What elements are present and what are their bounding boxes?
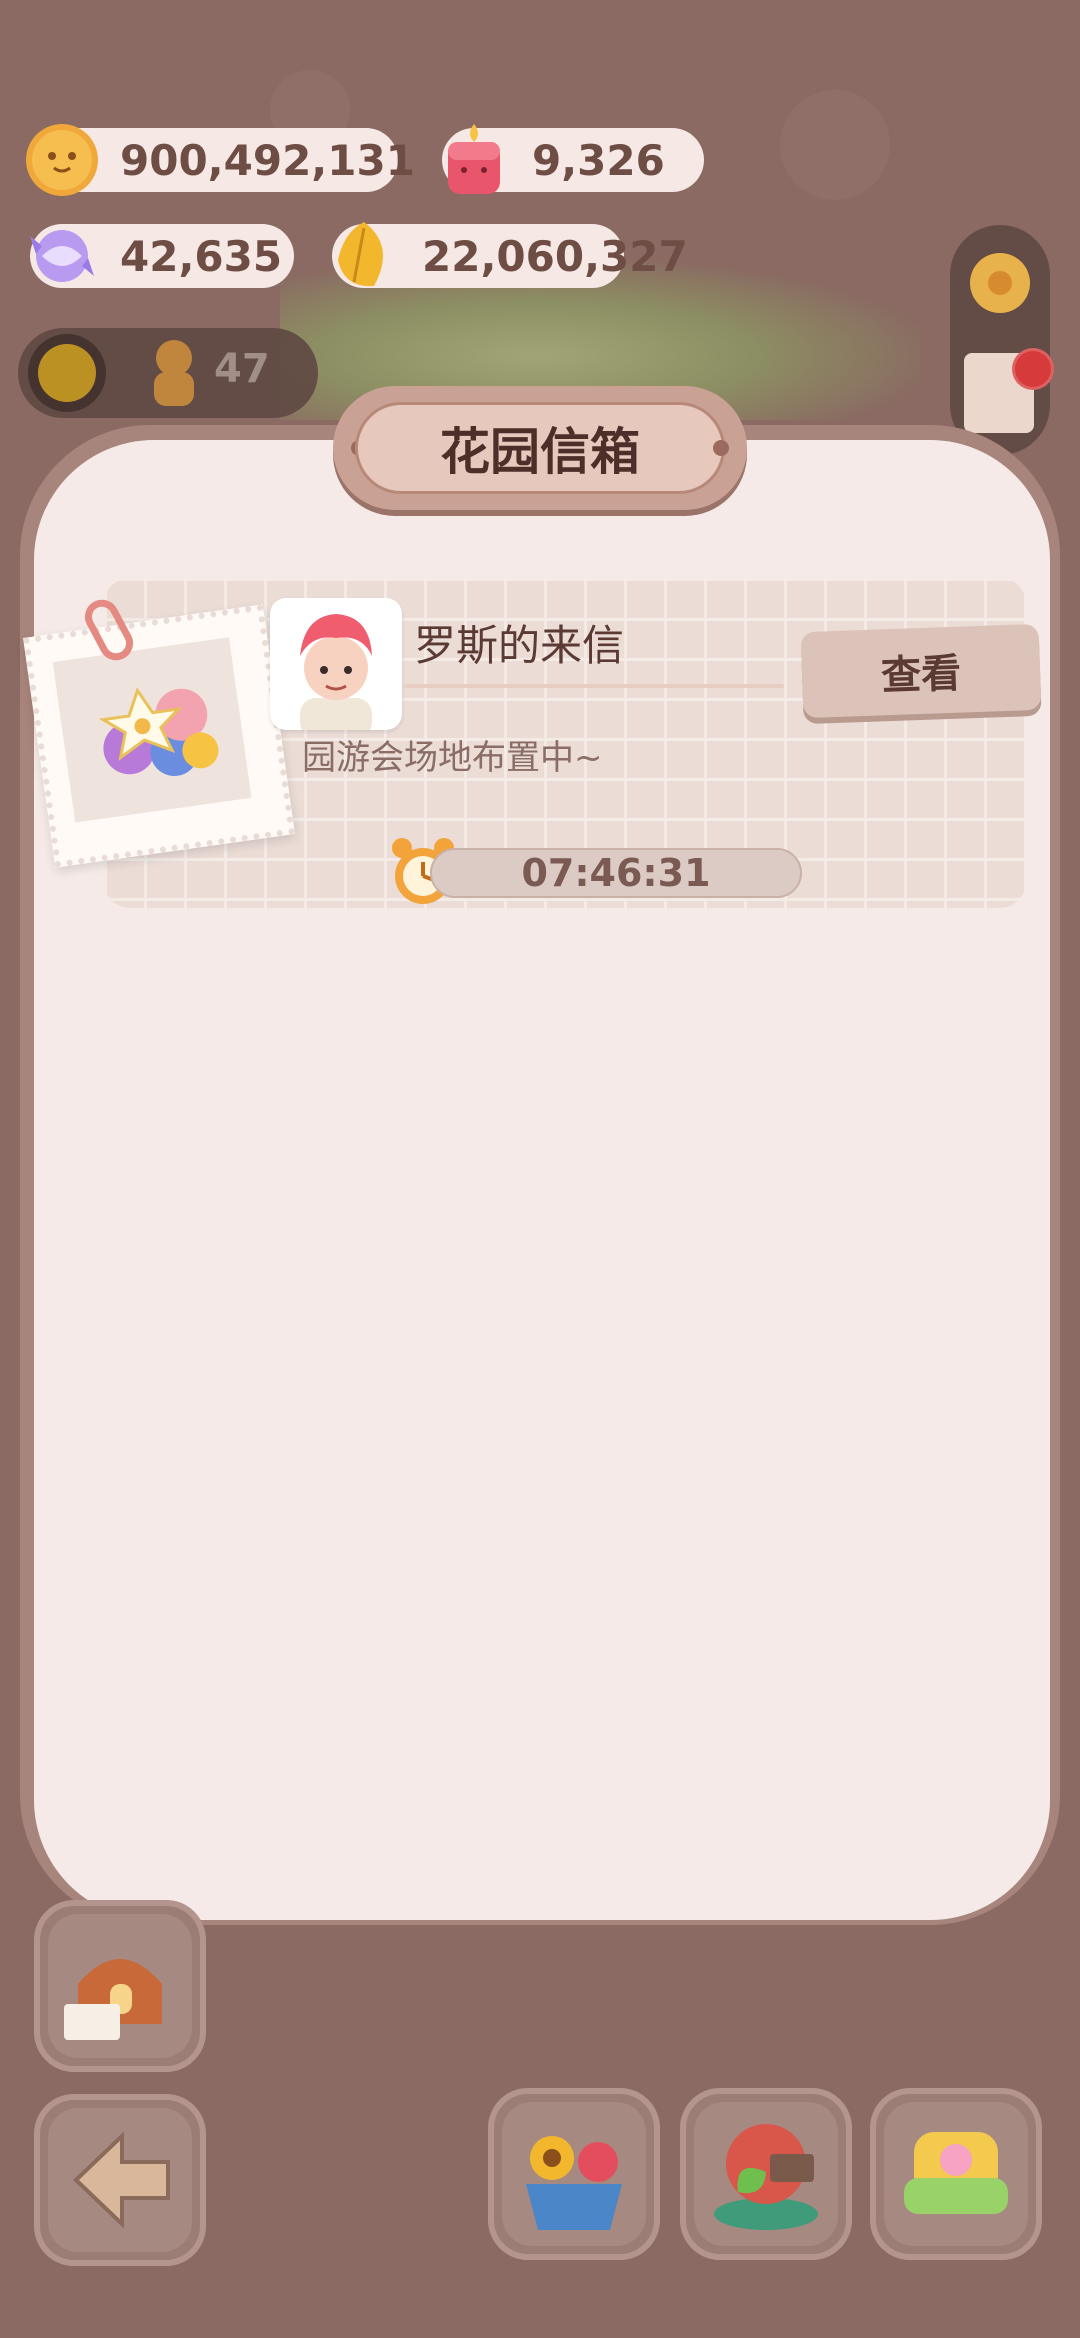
level-indicator[interactable]: 47 bbox=[18, 328, 318, 418]
level-count: 47 bbox=[214, 346, 270, 392]
candy-counter: 42,635 bbox=[30, 224, 294, 288]
candle-gem-icon bbox=[448, 124, 500, 194]
view-letter-button[interactable]: 查看 bbox=[800, 623, 1042, 719]
furniture-button[interactable] bbox=[870, 2088, 1042, 2260]
mailbox-title: 花园信箱 bbox=[355, 402, 725, 494]
back-button[interactable] bbox=[34, 2094, 206, 2266]
flower-pot-icon bbox=[526, 2136, 622, 2230]
flower-bouquet-icon bbox=[98, 687, 219, 777]
divider bbox=[404, 684, 784, 688]
title-rivet bbox=[713, 440, 729, 456]
plant-shop-icon bbox=[714, 2124, 818, 2230]
notification-dot bbox=[1012, 348, 1054, 390]
mailbox-house-icon bbox=[64, 1959, 162, 2040]
side-menu bbox=[950, 225, 1050, 455]
mailbox-title-plate: 花园信箱 bbox=[333, 386, 747, 510]
mailbox-house-button[interactable] bbox=[34, 1900, 206, 2072]
leaf-icon bbox=[338, 222, 383, 287]
sender-avatar bbox=[270, 598, 402, 730]
coin-counter: 900,492,131 bbox=[26, 124, 415, 196]
sun-icon bbox=[28, 334, 106, 412]
leaf-counter: 22,060,327 bbox=[332, 222, 688, 288]
coin-amount: 900,492,131 bbox=[120, 135, 415, 185]
letter-timer: 07:46:31 bbox=[430, 848, 802, 898]
background-decoration bbox=[780, 90, 890, 200]
leaf-amount: 22,060,327 bbox=[422, 231, 688, 281]
flower-pot-button[interactable] bbox=[488, 2088, 660, 2260]
back-arrow-icon bbox=[73, 2131, 170, 2229]
sofa-icon bbox=[904, 2132, 1008, 2214]
gem-amount: 9,326 bbox=[532, 135, 665, 185]
candy-icon bbox=[30, 230, 94, 282]
plant-shop-button[interactable] bbox=[680, 2088, 852, 2260]
cookie-coin-icon bbox=[26, 124, 98, 196]
flower-stamp bbox=[23, 604, 295, 868]
gingerbread-icon bbox=[154, 340, 194, 406]
gem-counter: 9,326 bbox=[442, 124, 704, 194]
letter-sender: 罗斯的来信 bbox=[414, 621, 625, 670]
candy-amount: 42,635 bbox=[120, 231, 283, 281]
letter-message: 园游会场地布置中~ bbox=[302, 738, 603, 778]
gear-icon[interactable] bbox=[962, 245, 1038, 321]
